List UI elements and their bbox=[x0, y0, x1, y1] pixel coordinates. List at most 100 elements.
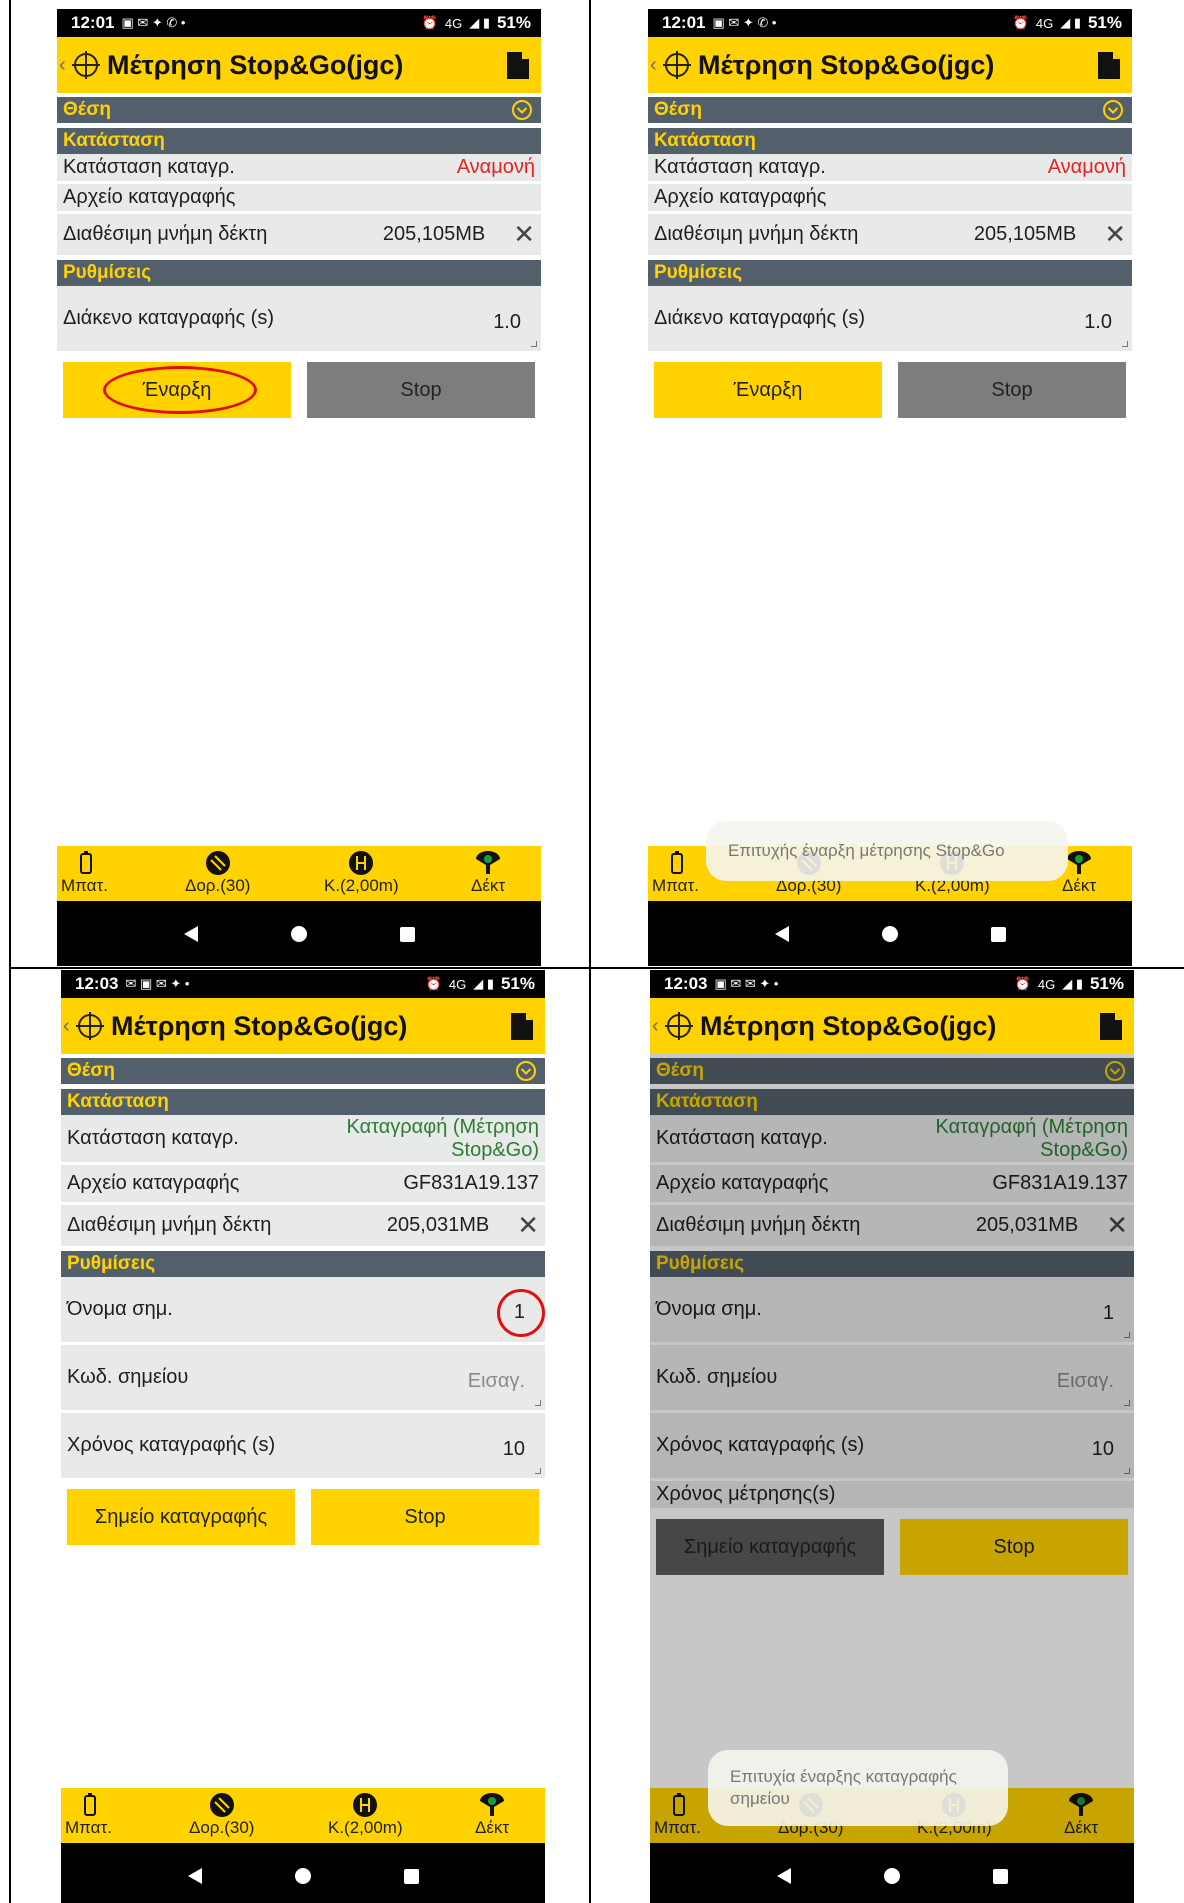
point-code-placeholder[interactable]: Εισαγ. bbox=[1057, 1370, 1114, 1393]
close-icon[interactable]: ✕ bbox=[1104, 219, 1126, 250]
nav-recent-icon[interactable] bbox=[399, 926, 415, 942]
interval-row[interactable]: Διάκενο καταγραφής (s) 1.0 bbox=[57, 286, 541, 354]
point-code-row[interactable]: Κωδ. σημείου Εισαγ. bbox=[61, 1345, 545, 1413]
interval-value[interactable]: 1.0 bbox=[1084, 311, 1112, 334]
antenna-height-icon bbox=[328, 1792, 403, 1818]
alarm-icon: ⏰ bbox=[1014, 976, 1031, 991]
nav-recent-icon[interactable] bbox=[990, 926, 1006, 942]
network-label: 4G bbox=[1035, 15, 1054, 31]
nav-back-icon[interactable] bbox=[774, 926, 789, 942]
back-icon[interactable]: ‹ bbox=[59, 54, 69, 77]
height-label: Κ.(2,00m) bbox=[328, 1818, 403, 1837]
title-bar: ‹ Μέτρηση Stop&Go(jgc) bbox=[650, 998, 1134, 1054]
file-icon[interactable] bbox=[1100, 1012, 1122, 1040]
page-title: Μέτρηση Stop&Go(jgc) bbox=[700, 1010, 997, 1041]
battery-item[interactable]: Μπατ. bbox=[65, 1792, 112, 1838]
clock: 12:03 bbox=[664, 974, 708, 993]
record-time-row[interactable]: Χρόνος καταγραφής (s) 10 bbox=[61, 1413, 545, 1481]
edit-corner-icon bbox=[535, 1468, 541, 1474]
satellites-item[interactable]: Δορ.(30) bbox=[189, 1792, 254, 1838]
back-icon[interactable]: ‹ bbox=[63, 1015, 73, 1038]
section-status-label: Κατάσταση bbox=[63, 130, 165, 151]
start-button[interactable]: Έναρξη bbox=[654, 362, 882, 418]
file-icon[interactable] bbox=[1098, 51, 1120, 79]
start-button[interactable]: Έναρξη bbox=[63, 362, 291, 418]
stop-button[interactable]: Stop bbox=[307, 362, 535, 418]
satellites-item[interactable]: Δορ.(30) bbox=[185, 850, 250, 896]
battery-item[interactable]: Μπατ. bbox=[654, 1792, 701, 1838]
battery-label: Μπατ. bbox=[65, 1818, 112, 1837]
measure-time-row: Χρόνος μέτρησης(s) bbox=[650, 1481, 1134, 1511]
record-status-row: Κατάσταση καταγρ. Αναμονή bbox=[648, 154, 1132, 184]
battery-icon bbox=[654, 1792, 701, 1818]
record-point-button[interactable]: Σημείο καταγραφής bbox=[67, 1489, 295, 1545]
stop-button[interactable]: Stop bbox=[898, 362, 1126, 418]
file-icon[interactable] bbox=[507, 51, 529, 79]
screen-1: 12:01 ▣ ✉ ✦ ✆ • ⏰ 4G ◢ ▮ 51% ‹ Μέτρηση S… bbox=[57, 9, 541, 966]
point-code-row[interactable]: Κωδ. σημείου Εισαγ. bbox=[650, 1345, 1134, 1413]
height-item[interactable]: Κ.(2,00m) bbox=[328, 1792, 403, 1838]
battery-label: Μπατ. bbox=[654, 1818, 701, 1837]
record-time-value[interactable]: 10 bbox=[503, 1438, 525, 1461]
section-position[interactable]: Θέση bbox=[650, 1058, 1134, 1084]
section-settings: Ρυθμίσεις bbox=[648, 260, 1132, 286]
nav-back-icon[interactable] bbox=[187, 1868, 202, 1884]
nav-back-icon[interactable] bbox=[776, 1868, 791, 1884]
record-time-value[interactable]: 10 bbox=[1092, 1438, 1114, 1461]
point-code-placeholder[interactable]: Εισαγ. bbox=[468, 1370, 525, 1393]
antenna-height-icon bbox=[324, 850, 399, 876]
battery-percent: 51% bbox=[496, 13, 531, 32]
close-icon[interactable]: ✕ bbox=[1106, 1210, 1128, 1241]
receiver-item[interactable]: Δέκτ bbox=[471, 850, 505, 896]
record-status-value: Καταγραφή (Μέτρηση Stop&Go) bbox=[935, 1115, 1128, 1161]
receiver-item[interactable]: Δέκτ bbox=[475, 1792, 509, 1838]
start-button-label: Έναρξη bbox=[733, 378, 803, 401]
screen-2: 12:01 ▣ ✉ ✦ ✆ • ⏰ 4G ◢ ▮ 51% ‹ Μέτρηση S… bbox=[648, 9, 1132, 966]
nav-home-icon[interactable] bbox=[883, 1868, 900, 1884]
chevron-down-icon[interactable] bbox=[511, 99, 533, 121]
chevron-down-icon[interactable] bbox=[1102, 99, 1124, 121]
battery-item[interactable]: Μπατ. bbox=[652, 850, 699, 896]
toast-message: Επιτυχής έναρξη μέτρησης Stop&Go bbox=[706, 821, 1068, 881]
record-status-value: Αναμονή bbox=[1047, 156, 1126, 178]
receiver-item[interactable]: Δέκτ bbox=[1064, 1792, 1098, 1838]
section-position[interactable]: Θέση bbox=[648, 97, 1132, 123]
battery-item[interactable]: Μπατ. bbox=[61, 850, 108, 896]
point-name-value[interactable]: 1 bbox=[1103, 1302, 1114, 1325]
status-bar: 12:03 ▣ ✉ ✉ ✦ • ⏰ 4G ◢ ▮ 51% bbox=[650, 970, 1134, 998]
back-icon[interactable]: ‹ bbox=[652, 1015, 662, 1038]
section-position[interactable]: Θέση bbox=[57, 97, 541, 123]
status-bar: 12:03 ✉ ▣ ✉ ✦ • ⏰ 4G ◢ ▮ 51% bbox=[61, 970, 545, 998]
receiver-icon bbox=[1064, 1792, 1098, 1818]
nav-home-icon[interactable] bbox=[881, 926, 898, 942]
nav-home-icon[interactable] bbox=[294, 1868, 311, 1884]
section-status-label: Κατάσταση bbox=[67, 1091, 169, 1112]
nav-back-icon[interactable] bbox=[183, 926, 198, 942]
height-label: Κ.(2,00m) bbox=[324, 876, 399, 895]
record-time-row[interactable]: Χρόνος καταγραφής (s) 10 bbox=[650, 1413, 1134, 1481]
edit-corner-icon bbox=[535, 1400, 541, 1406]
grid-row-divider bbox=[9, 967, 1184, 969]
close-icon[interactable]: ✕ bbox=[517, 1210, 539, 1241]
section-position[interactable]: Θέση bbox=[61, 1058, 545, 1084]
height-item[interactable]: Κ.(2,00m) bbox=[324, 850, 399, 896]
record-file-row: Αρχείο καταγραφής bbox=[57, 184, 541, 214]
interval-value[interactable]: 1.0 bbox=[493, 311, 521, 334]
nav-recent-icon[interactable] bbox=[403, 1868, 419, 1884]
notification-icons: ✉ ▣ ✉ ✦ • bbox=[125, 976, 190, 991]
interval-row[interactable]: Διάκενο καταγραφής (s) 1.0 bbox=[648, 286, 1132, 354]
record-point-button[interactable]: Σημείο καταγραφής bbox=[656, 1519, 884, 1575]
nav-recent-icon[interactable] bbox=[992, 1868, 1008, 1884]
point-name-row[interactable]: Όνομα σημ. 1 bbox=[61, 1277, 545, 1345]
receiver-label: Δέκτ bbox=[1062, 876, 1097, 895]
chevron-down-icon[interactable] bbox=[1104, 1060, 1126, 1082]
stop-button[interactable]: Stop bbox=[311, 1489, 539, 1545]
stop-button[interactable]: Stop bbox=[900, 1519, 1128, 1575]
chevron-down-icon[interactable] bbox=[515, 1060, 537, 1082]
nav-home-icon[interactable] bbox=[290, 926, 307, 942]
point-name-row[interactable]: Όνομα σημ. 1 bbox=[650, 1277, 1134, 1345]
close-icon[interactable]: ✕ bbox=[513, 219, 535, 250]
section-position-label: Θέση bbox=[63, 99, 111, 120]
file-icon[interactable] bbox=[511, 1012, 533, 1040]
back-icon[interactable]: ‹ bbox=[650, 54, 660, 77]
